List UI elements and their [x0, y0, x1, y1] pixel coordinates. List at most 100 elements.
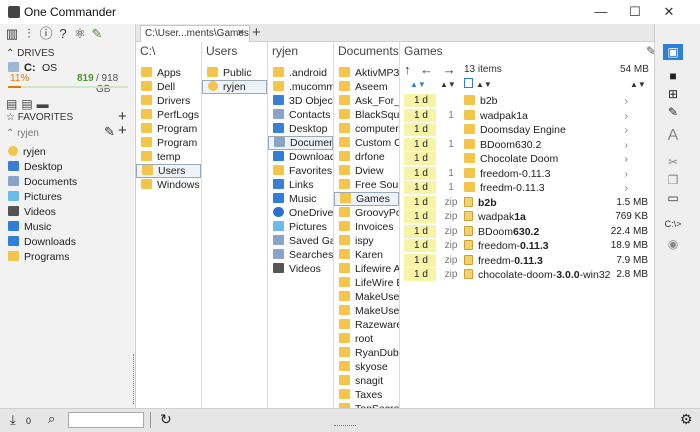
folder-item[interactable]: PerfLogs: [136, 108, 201, 122]
maximize-button[interactable]: ☐: [618, 2, 652, 22]
folder-item[interactable]: Dview: [334, 164, 399, 178]
folder-item[interactable]: Razeware: [334, 318, 399, 332]
folder-item[interactable]: Desktop: [268, 122, 333, 136]
folder-item[interactable]: Links: [268, 178, 333, 192]
eye-icon[interactable]: ◉: [663, 236, 683, 252]
navigation-buttons[interactable]: ↑ ← →: [404, 62, 459, 77]
close-button[interactable]: ✕: [652, 2, 686, 22]
folder-item[interactable]: computer-s: [334, 122, 399, 136]
paste-icon[interactable]: ▭: [663, 190, 683, 206]
folder-item[interactable]: Dell: [136, 80, 201, 94]
folder-item[interactable]: Aseem: [334, 80, 399, 94]
folder-item[interactable]: Users: [136, 164, 201, 178]
folder-item[interactable]: skyose: [334, 360, 399, 374]
folder-item[interactable]: Lifewire Art: [334, 262, 399, 276]
folder-item[interactable]: Searches: [268, 248, 333, 262]
folder-item[interactable]: Invoices: [334, 220, 399, 234]
folder-row[interactable]: 1 d 1 BDoom630.2 ›: [402, 137, 650, 152]
chevron-right-icon[interactable]: ›: [625, 152, 629, 166]
sort-age-icon[interactable]: ▲▼: [410, 80, 426, 89]
chevron-right-icon[interactable]: ›: [625, 94, 629, 108]
folder-row[interactable]: 1 d 1 wadpak1a ›: [402, 108, 650, 123]
folder-item[interactable]: Free Sound: [334, 178, 399, 192]
new-tab-button[interactable]: +: [252, 24, 261, 41]
font-icon[interactable]: A: [663, 128, 683, 144]
folder-item[interactable]: Drivers: [136, 94, 201, 108]
zip-file-row[interactable]: 1 d zip freedom-0.11.3 18.9 MB: [402, 239, 650, 253]
folder-item[interactable]: 3D Objects: [268, 94, 333, 108]
folder-item[interactable]: Custom Offi: [334, 136, 399, 150]
new-folder-icon[interactable]: ■: [663, 68, 683, 84]
folder-row[interactable]: 1 d Doomsday Engine ›: [402, 123, 650, 137]
search-input[interactable]: [68, 412, 144, 428]
refresh-icon[interactable]: ↻: [160, 411, 172, 428]
folder-row[interactable]: 1 d 1 freedom-0.11.3 ›: [402, 166, 650, 181]
zip-file-row[interactable]: 1 d zip freedm-0.11.3 7.9 MB: [402, 253, 650, 268]
folder-item[interactable]: Program Fil: [136, 136, 201, 150]
sort-size-icon[interactable]: ▲▼: [630, 80, 646, 89]
folder-item[interactable]: Games: [334, 192, 399, 206]
folder-item[interactable]: Documents: [268, 136, 333, 150]
folder-item[interactable]: root: [334, 332, 399, 346]
panel-resize-handle[interactable]: [334, 425, 356, 426]
view-icons[interactable]: ▤▤▬: [6, 97, 53, 111]
edit-icon[interactable]: ✎: [663, 104, 683, 120]
new-file-icon[interactable]: ⊞: [663, 86, 683, 102]
folder-item[interactable]: ryjen: [202, 80, 267, 94]
folder-item[interactable]: Saved Game: [268, 234, 333, 248]
search-icon[interactable]: ⌕: [48, 411, 55, 427]
folder-item[interactable]: MakeUseOf: [334, 290, 399, 304]
folder-item[interactable]: Apps: [136, 66, 201, 80]
folder-item[interactable]: RyanDube.c: [334, 346, 399, 360]
favorites-header[interactable]: ☆ FAVORITES: [6, 112, 73, 123]
favorite-pictures[interactable]: Pictures: [8, 191, 62, 206]
folder-item[interactable]: MakeUseOf: [334, 304, 399, 318]
folder-item[interactable]: OneDrive: [268, 206, 333, 220]
sort-name-icon[interactable]: ▲▼: [476, 80, 492, 89]
cut-icon[interactable]: ✂: [663, 154, 683, 170]
folder-item[interactable]: Downloads: [268, 150, 333, 164]
favorite-downloads[interactable]: Downloads: [8, 236, 76, 251]
folder-item[interactable]: .mucommar: [268, 80, 333, 94]
favorite-documents[interactable]: Documents: [8, 176, 77, 191]
add-favorite-group-button[interactable]: +: [118, 122, 127, 139]
settings-icon[interactable]: ⚙: [680, 411, 693, 428]
wrench-icon[interactable]: ✎: [89, 26, 105, 42]
folder-item[interactable]: Ask_For_Cor: [334, 94, 399, 108]
folder-item[interactable]: Videos: [268, 262, 333, 276]
user-group-header[interactable]: ⌃ ryjen: [6, 128, 39, 139]
folder-item[interactable]: .android: [268, 66, 333, 80]
sort-type-icon[interactable]: [464, 78, 473, 88]
chevron-right-icon[interactable]: ›: [625, 138, 629, 152]
copy-icon[interactable]: ❐: [663, 172, 683, 188]
folder-item[interactable]: GroovyPost: [334, 206, 399, 220]
help-icon[interactable]: ?: [55, 26, 71, 42]
favorite-videos[interactable]: Videos: [8, 206, 56, 221]
zip-file-row[interactable]: 1 d zip chocolate-doom-3.0.0-win32 2.8 MB: [402, 268, 650, 282]
drives-header[interactable]: ⌃ DRIVES: [6, 48, 54, 59]
chevron-right-icon[interactable]: ›: [625, 181, 629, 195]
folder-item[interactable]: snagit: [334, 374, 399, 388]
sort-count-icon[interactable]: ▲▼: [440, 80, 456, 89]
folder-row[interactable]: 1 d b2b ›: [402, 94, 650, 108]
folder-item[interactable]: Karen: [334, 248, 399, 262]
folder-item[interactable]: Windows: [136, 178, 201, 192]
chevron-right-icon[interactable]: ›: [625, 109, 629, 123]
folder-item[interactable]: Pictures: [268, 220, 333, 234]
favorite-programs[interactable]: Programs: [8, 251, 70, 266]
chevron-right-icon[interactable]: ›: [625, 167, 629, 181]
image-icon[interactable]: ▣: [663, 44, 683, 60]
folder-item[interactable]: temp: [136, 150, 201, 164]
folder-item[interactable]: drfone: [334, 150, 399, 164]
folder-item[interactable]: Contacts: [268, 108, 333, 122]
sliders-icon[interactable]: ⫶: [21, 26, 37, 42]
folder-item[interactable]: BlackSquad: [334, 108, 399, 122]
folder-item[interactable]: ispy: [334, 234, 399, 248]
folder-item[interactable]: Favorites: [268, 164, 333, 178]
tab-games[interactable]: C:\User...ments\Games ✕: [140, 25, 250, 42]
atom-icon[interactable]: ⚛: [72, 26, 88, 42]
edit-favorites-button[interactable]: ✎: [104, 124, 115, 140]
favorite-music[interactable]: Music: [8, 221, 51, 236]
folder-item[interactable]: Music: [268, 192, 333, 206]
folder-item[interactable]: AktivMP3Re: [334, 66, 399, 80]
